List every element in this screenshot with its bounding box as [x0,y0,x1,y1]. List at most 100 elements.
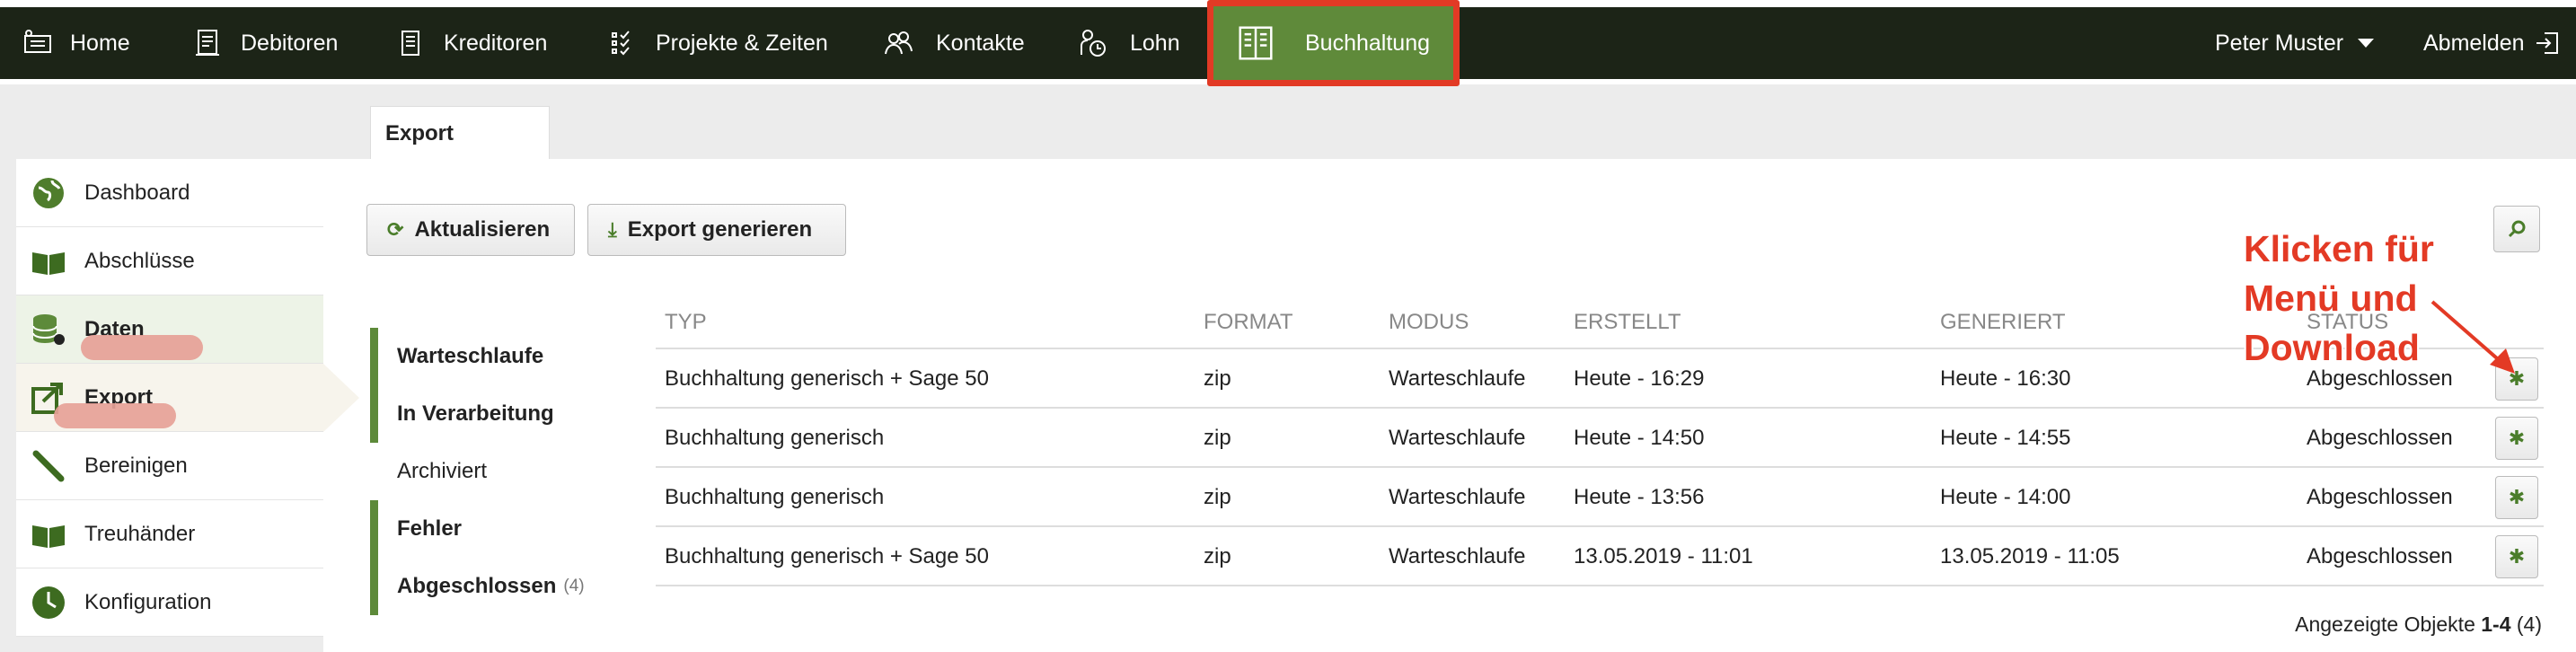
search-button[interactable] [2493,206,2540,252]
sidebar-item-label: Konfiguration [84,589,212,614]
nav-kreditoren[interactable]: Kreditoren [395,7,547,79]
cell-erstellt: Heute - 14:50 [1574,426,1705,450]
sidebar-item-export[interactable]: Export [16,364,359,432]
selection-arrow [323,364,359,432]
globe-icon [31,175,66,211]
cell-modus: Warteschlaufe [1389,366,1526,391]
sidebar-item-label: Abschlüsse [84,248,195,273]
generate-export-button[interactable]: ⤓ Export generieren [587,204,846,256]
main-navigation: Home Debitoren Kreditoren Projekte & Zei… [0,0,2576,86]
clock-icon [31,585,66,621]
search-icon [2508,220,2526,238]
nav-kontakte[interactable]: Kontakte [878,7,1025,79]
sidebar-item-dashboard[interactable]: Dashboard [16,159,323,227]
cell-modus: Warteschlaufe [1389,426,1526,450]
checklist-icon [612,31,630,56]
column-header-modus[interactable]: MODUS [1389,310,1469,335]
column-header-generiert[interactable]: GENERIERT [1940,310,2066,335]
table-divider [656,525,2544,527]
cell-format: zip [1204,366,1231,391]
column-header-format[interactable]: FORMAT [1204,310,1293,335]
home-icon [24,30,51,53]
filter-label: In Verarbeitung [397,401,554,426]
filter-warteschlaufe[interactable]: Warteschlaufe [370,328,604,385]
redaction-mark [54,403,176,428]
sidebar-item-konfiguration[interactable]: Konfiguration [16,568,323,637]
nav-kreditoren-label: Kreditoren [444,30,548,56]
nav-debitoren-label: Debitoren [241,30,339,56]
filter-bar [370,558,378,615]
column-header-erstellt[interactable]: ERSTELLT [1574,310,1681,335]
sidebar-item-label: Treuhänder [84,521,196,546]
gear-icon: ✱ [2508,545,2526,568]
generate-export-label: Export generieren [627,217,813,242]
sidebar-item-abschluesse[interactable]: Abschlüsse [16,227,323,295]
cell-modus: Warteschlaufe [1389,544,1526,568]
table-divider [656,466,2544,468]
nav-home[interactable]: Home [18,7,130,79]
filter-in-verarbeitung[interactable]: In Verarbeitung [370,385,604,443]
salary-icon [1081,30,1106,57]
row-menu-button[interactable]: ✱ [2495,535,2538,578]
filter-label: Warteschlaufe [397,344,544,368]
sidebar-item-label: Bereinigen [84,453,188,478]
people-icon [885,31,913,55]
filter-bar [370,500,378,558]
row-menu-button[interactable]: ✱ [2495,417,2538,460]
tab-export[interactable]: Export [370,106,550,160]
cell-erstellt: Heute - 16:29 [1574,366,1705,391]
filter-fehler[interactable]: Fehler [370,500,604,558]
refresh-icon: ⟳ [387,218,404,241]
item-count: Angezeigte Objekte 1-4 (4) [2295,612,2542,637]
nav-lohn[interactable]: Lohn [1074,7,1180,79]
cell-typ: Buchhaltung generisch [665,426,885,450]
cell-generiert: Heute - 14:55 [1940,426,2071,450]
sidebar-item-daten[interactable]: Daten [16,295,323,364]
bill-icon [401,31,419,56]
item-count-prefix: Angezeigte Objekte [2295,612,2482,636]
cell-format: zip [1204,426,1231,450]
row-menu-button[interactable]: ✱ [2495,476,2538,519]
item-count-range: 1-4 [2481,612,2511,636]
database-icon [31,312,66,348]
cell-typ: Buchhaltung generisch [665,485,885,509]
ledger-icon [1239,26,1273,60]
user-name: Peter Muster [2215,30,2344,56]
cell-generiert: Heute - 14:00 [1940,485,2071,509]
sidebar-item-treuhaender[interactable]: Treuhänder [16,500,323,568]
invoice-icon [196,30,219,56]
nav-projekte[interactable]: Projekte & Zeiten [607,7,828,79]
nav-lohn-label: Lohn [1130,30,1180,56]
cell-generiert: 13.05.2019 - 11:05 [1940,544,2120,568]
column-header-typ[interactable]: TYP [665,310,707,335]
nav-debitoren[interactable]: Debitoren [192,7,338,79]
filter-label: Fehler [397,516,463,541]
book-icon [31,516,66,552]
item-count-total: (4) [2510,612,2542,636]
cell-generiert: Heute - 16:30 [1940,366,2071,391]
cell-erstellt: 13.05.2019 - 11:01 [1574,544,1753,568]
sidebar-item-label: Dashboard [84,180,190,205]
filter-label: Abgeschlossen [397,574,557,598]
nav-buchhaltung-label: Buchhaltung [1305,30,1431,56]
brush-icon [31,448,66,484]
filter-bar [370,328,378,385]
chevron-down-icon [2358,39,2375,48]
cell-format: zip [1204,485,1231,509]
user-menu[interactable]: Peter Muster [2215,7,2375,79]
cell-status: Abgeschlossen [2307,485,2453,509]
book-icon [31,243,66,279]
filter-archiviert[interactable]: Archiviert [370,443,604,500]
cell-erstellt: Heute - 13:56 [1574,485,1705,509]
nav-buchhaltung[interactable]: Buchhaltung [1207,0,1460,86]
refresh-button[interactable]: ⟳ Aktualisieren [366,204,575,256]
refresh-label: Aktualisieren [414,217,551,242]
logout-link[interactable]: Abmelden [2423,7,2561,79]
logout-label: Abmelden [2423,30,2525,56]
filter-bar [370,385,378,443]
cell-format: zip [1204,544,1231,568]
sidebar-item-bereinigen[interactable]: Bereinigen [16,432,323,500]
filter-abgeschlossen[interactable]: Abgeschlossen (4) [370,558,604,615]
cell-status: Abgeschlossen [2307,426,2453,450]
nav-home-label: Home [70,30,130,56]
